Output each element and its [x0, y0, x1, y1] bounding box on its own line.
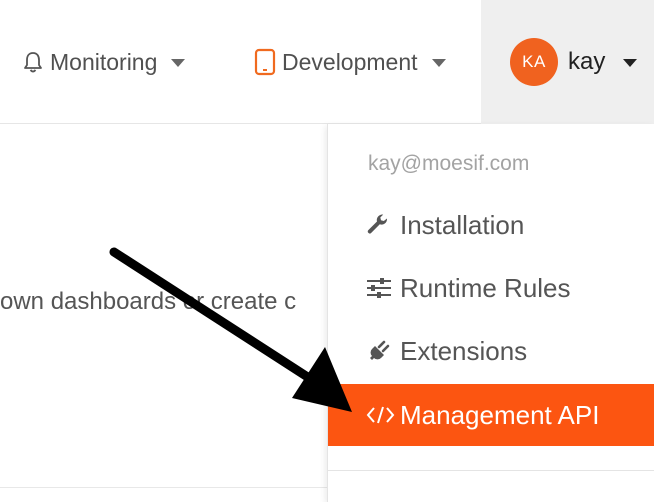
- user-menu-button[interactable]: KA kay: [510, 38, 638, 86]
- tablet-icon: [254, 48, 276, 76]
- sliders-icon: [366, 277, 396, 299]
- nav-development-label: Development: [282, 48, 418, 75]
- menu-item-label: Management API: [400, 399, 600, 430]
- content-divider: [0, 487, 330, 488]
- menu-item-runtime-rules[interactable]: Runtime Rules: [328, 257, 654, 319]
- menu-item-label: Extensions: [400, 335, 528, 366]
- wrench-icon: [366, 213, 396, 237]
- menu-item-label: Installation: [400, 209, 525, 240]
- nav-monitoring[interactable]: Monitoring: [22, 44, 186, 80]
- user-dropdown-menu: kay@moesif.com Installation Runtime Rule…: [327, 124, 654, 502]
- bell-icon: [22, 50, 44, 74]
- top-nav-bar: Monitoring Development KA kay: [0, 0, 654, 124]
- code-icon: [366, 404, 396, 426]
- menu-item-management-api[interactable]: Management API: [328, 384, 654, 446]
- user-name: kay: [568, 48, 606, 75]
- avatar: KA: [510, 38, 558, 86]
- nav-monitoring-label: Monitoring: [50, 48, 158, 75]
- menu-divider: [328, 470, 654, 471]
- menu-item-installation[interactable]: Installation: [328, 194, 654, 256]
- chevron-down-icon: [623, 59, 638, 67]
- chevron-down-icon: [171, 59, 186, 67]
- nav-development[interactable]: Development: [254, 44, 446, 80]
- user-menu-area: KA kay: [481, 0, 654, 124]
- plug-icon: [366, 338, 396, 364]
- user-email: kay@moesif.com: [368, 152, 530, 175]
- page-content-text: own dashboards or create c: [0, 288, 297, 315]
- menu-item-extensions[interactable]: Extensions: [328, 320, 654, 382]
- chevron-down-icon: [431, 59, 446, 67]
- menu-item-label: Runtime Rules: [400, 272, 571, 303]
